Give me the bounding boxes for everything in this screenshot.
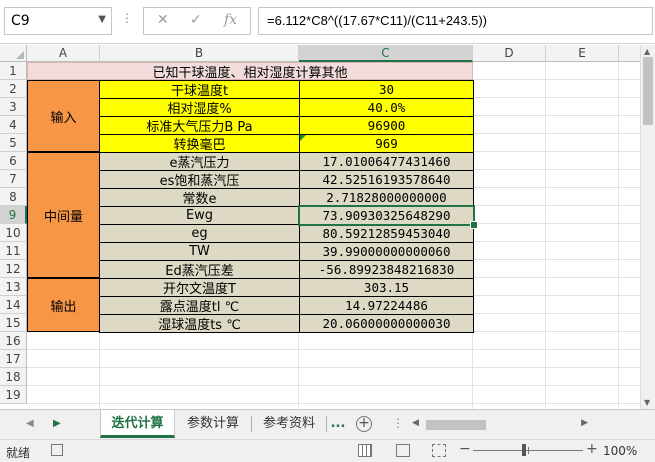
row-header[interactable]: 1	[0, 62, 27, 80]
row-header[interactable]: 14	[0, 296, 27, 314]
column-header-e[interactable]: E	[546, 45, 619, 62]
tab-parameters[interactable]: 参数计算	[177, 410, 249, 438]
value-cell[interactable]: 969	[299, 134, 474, 153]
status-bar: 就绪 − + 100%	[0, 439, 655, 462]
insert-function-icon[interactable]: fx	[224, 12, 237, 28]
zoom-level[interactable]: 100%	[603, 444, 637, 458]
value-cell[interactable]: 30	[299, 80, 474, 99]
zoom-slider[interactable]	[473, 444, 583, 456]
row-header[interactable]: 3	[0, 98, 27, 116]
value-cell[interactable]: 73.90930325648290	[299, 206, 474, 225]
label-cell[interactable]: Ewg	[99, 206, 300, 225]
scroll-right-icon[interactable]: ▶	[581, 418, 588, 428]
value-cell[interactable]: 39.99000000000060	[299, 242, 474, 261]
row-header[interactable]: 17	[0, 350, 27, 368]
row-header[interactable]: 16	[0, 332, 27, 350]
formula-input[interactable]: =6.112*C8^((17.67*C11)/(C11+243.5))	[258, 7, 653, 35]
row-header[interactable]: 15	[0, 314, 27, 332]
name-box[interactable]: C9 ▼	[4, 7, 112, 35]
status-ready: 就绪	[6, 446, 31, 460]
group-intermediate-cell[interactable]: 中间量	[27, 152, 100, 278]
error-indicator-icon	[300, 135, 306, 141]
scroll-down-icon[interactable]: ▼	[644, 398, 650, 407]
sheet-tab-bar: ◀ ▶ 迭代计算 参数计算 参考资料 ... + ⋮ ◀ ▶	[0, 409, 655, 439]
label-cell[interactable]: e蒸汽压力	[99, 152, 300, 171]
scroll-left-icon[interactable]: ◀	[412, 418, 419, 428]
zoom-slider-knob[interactable]	[522, 444, 526, 456]
label-cell[interactable]: TW	[99, 242, 300, 261]
column-header-c[interactable]: C	[299, 45, 473, 62]
row-header[interactable]: 11	[0, 242, 27, 260]
macro-record-icon[interactable]	[51, 444, 63, 456]
row-header[interactable]: 13	[0, 278, 27, 296]
row-header[interactable]: 4	[0, 116, 27, 134]
row-header[interactable]: 9	[0, 206, 27, 224]
value-cell[interactable]: 17.01006477431460	[299, 152, 474, 171]
zoom-out-button[interactable]: −	[459, 441, 471, 457]
label-cell[interactable]: 开尔文温度T	[99, 278, 300, 297]
row-header[interactable]: 10	[0, 224, 27, 242]
formula-text: =6.112*C8^((17.67*C11)/(C11+243.5))	[267, 13, 488, 28]
row-header[interactable]: 5	[0, 134, 27, 152]
value-cell[interactable]: 14.97224486	[299, 296, 474, 315]
row-header[interactable]: 2	[0, 80, 27, 98]
chevron-down-icon[interactable]: ▼	[98, 14, 106, 25]
normal-view-icon[interactable]	[358, 444, 372, 457]
label-cell[interactable]: 干球温度t	[99, 80, 300, 99]
cancel-icon[interactable]: ✕	[157, 12, 169, 28]
tab-prev-icon[interactable]: ◀	[26, 418, 34, 429]
column-header-d[interactable]: D	[473, 45, 546, 62]
row-header[interactable]: 8	[0, 188, 27, 206]
tab-references[interactable]: 参考资料	[253, 410, 325, 438]
more-options-icon[interactable]: ⋮	[121, 11, 133, 25]
page-break-preview-icon[interactable]	[432, 444, 446, 457]
label-cell[interactable]: Ed蒸汽压差	[99, 260, 300, 279]
splitter-icon[interactable]: ⋮	[392, 416, 404, 430]
label-cell[interactable]: 湿球温度ts ℃	[99, 314, 300, 333]
tab-more[interactable]: ...	[327, 410, 349, 438]
add-sheet-button[interactable]: +	[356, 416, 372, 432]
enter-icon[interactable]: ✓	[190, 12, 202, 28]
row-header[interactable]: 19	[0, 386, 27, 404]
formula-bar: C9 ▼ ⋮ ✕ ✓ fx =6.112*C8^((17.67*C11)/(C1…	[0, 0, 655, 44]
spreadsheet-grid[interactable]: A B C D E 1 2 3 4 5 6 7 8 9 10 11 12 13 …	[0, 45, 640, 409]
value-cell[interactable]: 96900	[299, 116, 474, 135]
sheet-title-cell[interactable]: 已知干球温度、相对湿度计算其他	[27, 62, 473, 80]
scroll-thumb[interactable]	[643, 57, 653, 125]
page-layout-icon[interactable]	[396, 444, 410, 457]
label-cell[interactable]: 标准大气压力B Pa	[99, 116, 300, 135]
value-cell[interactable]: -56.89923848216830	[299, 260, 474, 279]
row-header[interactable]: 18	[0, 368, 27, 386]
label-cell[interactable]: es饱和蒸汽压	[99, 170, 300, 189]
group-output-cell[interactable]: 输出	[27, 278, 100, 332]
vertical-scrollbar[interactable]: ▲ ▼	[640, 45, 655, 409]
value-cell[interactable]: 40.0%	[299, 98, 474, 117]
value-cell[interactable]: 42.52516193578640	[299, 170, 474, 189]
column-header-b[interactable]: B	[100, 45, 299, 62]
row-header[interactable]: 6	[0, 152, 27, 170]
formula-buttons: ✕ ✓ fx	[143, 7, 251, 35]
tab-next-icon[interactable]: ▶	[53, 418, 61, 429]
horizontal-scrollbar[interactable]: ◀ ▶	[410, 418, 590, 432]
label-cell[interactable]: 转换毫巴	[99, 134, 300, 153]
row-header[interactable]: 12	[0, 260, 27, 278]
label-cell[interactable]: 相对湿度%	[99, 98, 300, 117]
row-header[interactable]: 7	[0, 170, 27, 188]
label-cell[interactable]: 常数e	[99, 188, 300, 207]
scroll-thumb[interactable]	[426, 420, 486, 430]
value-cell[interactable]: 303.15	[299, 278, 474, 297]
name-box-value: C9	[11, 13, 30, 29]
label-cell[interactable]: eg	[99, 224, 300, 243]
tab-iteration[interactable]: 迭代计算	[100, 410, 175, 438]
column-header-f[interactable]	[619, 45, 640, 62]
label-cell[interactable]: 露点温度tl ℃	[99, 296, 300, 315]
value-cell[interactable]: 20.06000000000030	[299, 314, 474, 333]
value-cell[interactable]: 2.71828000000000	[299, 188, 474, 207]
value-cell[interactable]: 80.59212859453040	[299, 224, 474, 243]
select-all-corner[interactable]	[0, 45, 27, 62]
group-input-cell[interactable]: 输入	[27, 80, 100, 152]
zoom-in-button[interactable]: +	[586, 441, 598, 457]
column-header-a[interactable]: A	[27, 45, 100, 62]
scroll-up-icon[interactable]: ▲	[644, 47, 650, 56]
